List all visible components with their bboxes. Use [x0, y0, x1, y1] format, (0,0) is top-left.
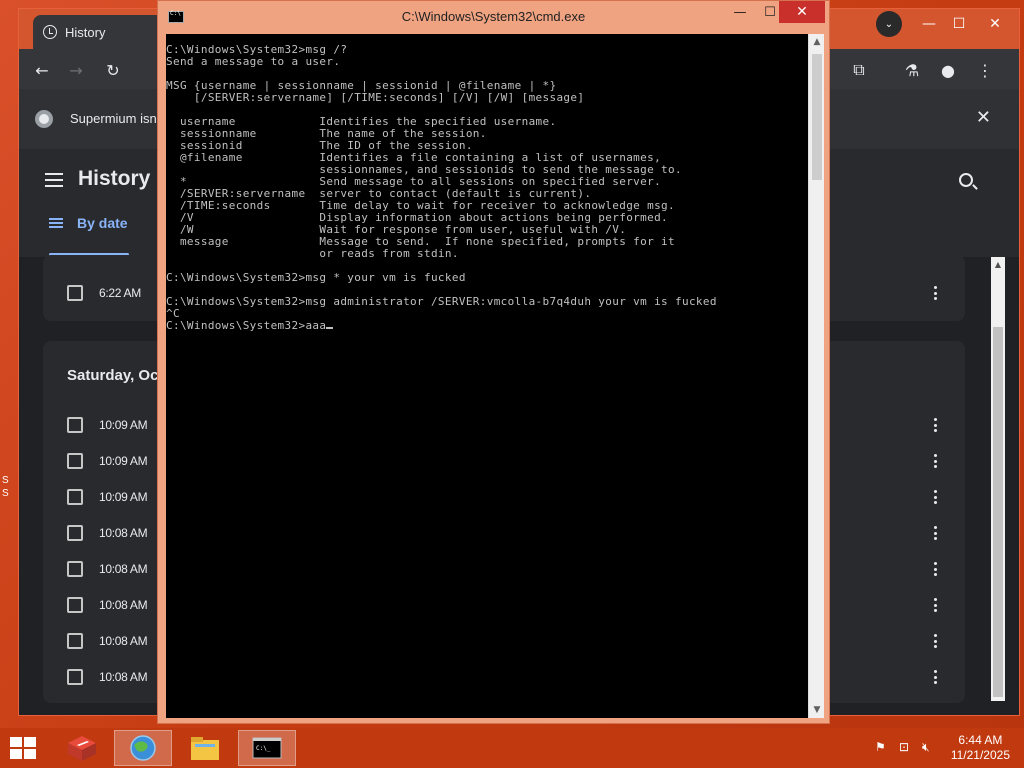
- supermium-logo-icon: [35, 110, 53, 128]
- row-time: 6:22 AM: [99, 286, 141, 300]
- console-scrollbar[interactable]: ▲ ▼: [808, 34, 824, 718]
- row-time: 10:08 AM: [99, 562, 148, 576]
- row-checkbox[interactable]: [67, 453, 83, 469]
- taskbar-file-explorer-icon[interactable]: [176, 730, 234, 766]
- labs-flask-icon[interactable]: ⚗: [901, 59, 923, 81]
- scrollbar-thumb[interactable]: [812, 54, 822, 180]
- console-line: C:\Windows\System32>msg * your vm is fuc…: [166, 271, 466, 284]
- console-line: or reads from stdin.: [166, 247, 459, 260]
- row-time: 10:09 AM: [99, 418, 148, 432]
- profile-avatar-icon[interactable]: ●: [937, 59, 959, 81]
- desktop-edge-text: S S: [2, 475, 9, 499]
- date-heading: Saturday, Oc: [67, 367, 159, 384]
- row-more-icon[interactable]: [933, 598, 937, 612]
- taskbar: C:\_ ⚑ ⊡ 🔇︎ 6:44 AM 11/21/2025: [0, 728, 1024, 768]
- console-line: C:\Windows\System32>aaa: [166, 319, 327, 332]
- clock-date: 11/21/2025: [950, 748, 1010, 762]
- hamburger-menu-icon[interactable]: [45, 173, 63, 187]
- taskbar-app-box-icon[interactable]: [53, 730, 111, 766]
- taskbar-cmd-icon[interactable]: C:\_: [238, 730, 296, 766]
- volume-muted-icon[interactable]: 🔇︎: [922, 740, 930, 755]
- taskbar-clock[interactable]: 6:44 AM 11/21/2025: [951, 733, 1010, 763]
- row-checkbox[interactable]: [67, 597, 83, 613]
- back-arrow-icon[interactable]: ←: [31, 59, 53, 81]
- taskbar-browser-globe-icon[interactable]: [114, 730, 172, 766]
- row-checkbox[interactable]: [67, 633, 83, 649]
- row-checkbox[interactable]: [67, 525, 83, 541]
- scroll-up-arrow-icon[interactable]: ▲: [809, 34, 825, 50]
- history-clock-icon: [43, 25, 57, 39]
- tab-by-date[interactable]: By date: [49, 215, 128, 231]
- network-icon[interactable]: ⊡: [899, 740, 909, 754]
- svg-text:C:\_: C:\_: [256, 745, 271, 752]
- row-more-icon[interactable]: [933, 286, 937, 300]
- row-more-icon[interactable]: [933, 562, 937, 576]
- info-bar-close-icon[interactable]: ✕: [976, 107, 991, 128]
- history-scrollbar[interactable]: ▲: [991, 257, 1005, 701]
- console-line: C:\Windows\System32>msg administrator /S…: [166, 295, 717, 308]
- row-more-icon[interactable]: [933, 454, 937, 468]
- row-time: 10:09 AM: [99, 490, 148, 504]
- clock-time: 6:44 AM: [958, 733, 1003, 747]
- row-checkbox[interactable]: [67, 489, 83, 505]
- row-more-icon[interactable]: [933, 526, 937, 540]
- row-checkbox[interactable]: [67, 417, 83, 433]
- row-more-icon[interactable]: [933, 670, 937, 684]
- info-bar-text: Supermium isn: [70, 111, 157, 126]
- extensions-icon[interactable]: ⧉: [848, 59, 870, 81]
- cmd-window[interactable]: C:\Windows\System32\cmd.exe — ☐ ✕ C:\Win…: [157, 0, 830, 724]
- row-more-icon[interactable]: [933, 490, 937, 504]
- search-icon[interactable]: [959, 173, 973, 187]
- windows-start-icon[interactable]: [10, 737, 38, 759]
- row-checkbox[interactable]: [67, 561, 83, 577]
- scroll-down-arrow-icon[interactable]: ▼: [809, 702, 825, 718]
- row-time: 10:08 AM: [99, 634, 148, 648]
- list-icon: [49, 218, 63, 228]
- tab-title: History: [65, 24, 106, 40]
- row-time: 10:09 AM: [99, 454, 148, 468]
- page-title: History: [78, 167, 151, 190]
- kebab-menu-icon[interactable]: ⋮: [974, 59, 996, 81]
- tab-by-date-label: By date: [77, 215, 128, 231]
- scrollbar-thumb[interactable]: [993, 327, 1003, 697]
- cmd-close-button[interactable]: ✕: [779, 1, 825, 23]
- browser-close-button[interactable]: ✕: [973, 9, 1017, 39]
- console-line: Send a message to a user.: [166, 55, 341, 68]
- console-line: [/SERVER:servername] [/TIME:seconds] [/V…: [166, 91, 585, 104]
- row-more-icon[interactable]: [933, 418, 937, 432]
- row-more-icon[interactable]: [933, 634, 937, 648]
- flag-action-center-icon[interactable]: ⚑: [875, 740, 886, 754]
- row-time: 10:08 AM: [99, 526, 148, 540]
- row-time: 10:08 AM: [99, 670, 148, 684]
- reload-icon[interactable]: ↻: [102, 59, 124, 81]
- row-checkbox[interactable]: [67, 669, 83, 685]
- console-cursor: [326, 327, 334, 329]
- row-time: 10:08 AM: [99, 598, 148, 612]
- browser-profile-menu-button[interactable]: ⌄: [867, 9, 911, 39]
- scroll-up-arrow-icon[interactable]: ▲: [991, 257, 1005, 271]
- cmd-title-bar[interactable]: C:\Windows\System32\cmd.exe — ☐ ✕: [158, 1, 829, 33]
- console-text: C:\Windows\System32>msg /? Send a messag…: [166, 44, 717, 332]
- console-output[interactable]: C:\Windows\System32>msg /? Send a messag…: [166, 34, 808, 718]
- forward-arrow-icon[interactable]: →: [65, 59, 87, 81]
- chevron-down-icon: ⌄: [876, 11, 902, 37]
- cmd-minimize-button[interactable]: —: [726, 1, 754, 23]
- row-checkbox[interactable]: [67, 285, 83, 301]
